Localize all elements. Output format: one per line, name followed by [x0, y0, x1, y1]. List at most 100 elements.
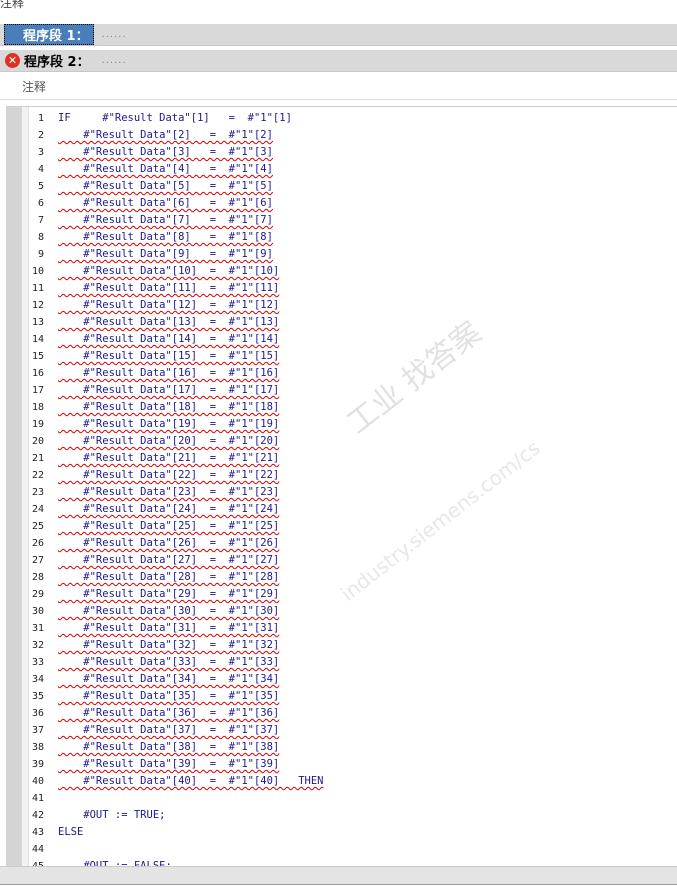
code-text[interactable]: #"Result Data"[8] = #"1"[8]: [58, 229, 273, 246]
code-text[interactable]: ELSE: [58, 824, 83, 841]
code-line[interactable]: 26 #"Result Data"[26] = #"1"[26]: [6, 535, 677, 552]
code-line[interactable]: 9 #"Result Data"[9] = #"1"[9]: [6, 246, 677, 263]
code-text[interactable]: #"Result Data"[14] = #"1"[14]: [58, 331, 279, 348]
code-line[interactable]: 18 #"Result Data"[18] = #"1"[18]: [6, 399, 677, 416]
code-text[interactable]: #"Result Data"[6] = #"1"[6]: [58, 195, 273, 212]
code-line[interactable]: 27 #"Result Data"[27] = #"1"[27]: [6, 552, 677, 569]
code-text[interactable]: #"Result Data"[22] = #"1"[22]: [58, 467, 279, 484]
code-text[interactable]: #"Result Data"[39] = #"1"[39]: [58, 756, 279, 773]
code-text[interactable]: #"Result Data"[16] = #"1"[16]: [58, 365, 279, 382]
code-text[interactable]: #"Result Data"[27] = #"1"[27]: [58, 552, 279, 569]
code-text[interactable]: #"Result Data"[17] = #"1"[17]: [58, 382, 279, 399]
code-text[interactable]: #"Result Data"[20] = #"1"[20]: [58, 433, 279, 450]
code-line[interactable]: 5 #"Result Data"[5] = #"1"[5]: [6, 178, 677, 195]
code-line[interactable]: 43 ELSE: [6, 824, 677, 841]
code-line[interactable]: 36 #"Result Data"[36] = #"1"[36]: [6, 705, 677, 722]
line-number: 12: [31, 300, 44, 311]
code-line[interactable]: 39 #"Result Data"[39] = #"1"[39]: [6, 756, 677, 773]
code-text[interactable]: #"Result Data"[7] = #"1"[7]: [58, 212, 273, 229]
code-line[interactable]: 42 #OUT := TRUE;: [6, 807, 677, 824]
network-2-header[interactable]: ✕ 程序段 2： ......: [0, 50, 677, 72]
code-line[interactable]: 31 #"Result Data"[31] = #"1"[31]: [6, 620, 677, 637]
code-line[interactable]: 29 #"Result Data"[29] = #"1"[29]: [6, 586, 677, 603]
code-line[interactable]: 44: [6, 841, 677, 858]
code-line[interactable]: 15 #"Result Data"[15] = #"1"[15]: [6, 348, 677, 365]
code-line[interactable]: 37 #"Result Data"[37] = #"1"[37]: [6, 722, 677, 739]
code-text[interactable]: #"Result Data"[31] = #"1"[31]: [58, 620, 279, 637]
horizontal-scrollbar[interactable]: [0, 866, 677, 885]
code-line[interactable]: 20 #"Result Data"[20] = #"1"[20]: [6, 433, 677, 450]
code-line[interactable]: 3 #"Result Data"[3] = #"1"[3]: [6, 144, 677, 161]
code-text[interactable]: #"Result Data"[23] = #"1"[23]: [58, 484, 279, 501]
code-line[interactable]: 12 #"Result Data"[12] = #"1"[12]: [6, 297, 677, 314]
line-number: 39: [31, 759, 44, 770]
code-line[interactable]: 21 #"Result Data"[21] = #"1"[21]: [6, 450, 677, 467]
code-text[interactable]: #"Result Data"[10] = #"1"[10]: [58, 263, 279, 280]
code-line[interactable]: 11 #"Result Data"[11] = #"1"[11]: [6, 280, 677, 297]
code-text[interactable]: #"Result Data"[9] = #"1"[9]: [58, 246, 273, 263]
code-text[interactable]: #"Result Data"[5] = #"1"[5]: [58, 178, 273, 195]
code-text[interactable]: #"Result Data"[26] = #"1"[26]: [58, 535, 279, 552]
code-text[interactable]: #"Result Data"[13] = #"1"[13]: [58, 314, 279, 331]
code-line[interactable]: 40 #"Result Data"[40] = #"1"[40] THEN: [6, 773, 677, 790]
code-text[interactable]: #"Result Data"[21] = #"1"[21]: [58, 450, 279, 467]
network-2-title[interactable]: 程序段 2：: [22, 51, 94, 70]
code-lines-container[interactable]: 1 IF #"Result Data"[1] = #"1"[1] 2 #"Resul…: [6, 110, 677, 867]
network-1-title-dots[interactable]: ......: [102, 29, 127, 40]
line-number: 13: [31, 317, 44, 328]
code-line[interactable]: 33 #"Result Data"[33] = #"1"[33]: [6, 654, 677, 671]
code-line[interactable]: 7 #"Result Data"[7] = #"1"[7]: [6, 212, 677, 229]
code-line[interactable]: 35 #"Result Data"[35] = #"1"[35]: [6, 688, 677, 705]
code-text[interactable]: #"Result Data"[18] = #"1"[18]: [58, 399, 279, 416]
code-text[interactable]: #"Result Data"[24] = #"1"[24]: [58, 501, 279, 518]
code-line[interactable]: 22 #"Result Data"[22] = #"1"[22]: [6, 467, 677, 484]
line-number: 3: [37, 147, 44, 158]
code-text[interactable]: #"Result Data"[11] = #"1"[11]: [58, 280, 279, 297]
code-line[interactable]: 41: [6, 790, 677, 807]
code-text[interactable]: #"Result Data"[38] = #"1"[38]: [58, 739, 279, 756]
code-text[interactable]: #"Result Data"[15] = #"1"[15]: [58, 348, 279, 365]
code-text[interactable]: #"Result Data"[3] = #"1"[3]: [58, 144, 273, 161]
network-2-comment-row[interactable]: 注释: [0, 73, 677, 100]
code-line[interactable]: 30 #"Result Data"[30] = #"1"[30]: [6, 603, 677, 620]
code-line[interactable]: 25 #"Result Data"[25] = #"1"[25]: [6, 518, 677, 535]
code-text[interactable]: #"Result Data"[32] = #"1"[32]: [58, 637, 279, 654]
code-text[interactable]: #"Result Data"[12] = #"1"[12]: [58, 297, 279, 314]
code-line[interactable]: 19 #"Result Data"[19] = #"1"[19]: [6, 416, 677, 433]
code-text[interactable]: #"Result Data"[29] = #"1"[29]: [58, 586, 279, 603]
code-line[interactable]: 16 #"Result Data"[16] = #"1"[16]: [6, 365, 677, 382]
code-line[interactable]: 17 #"Result Data"[17] = #"1"[17]: [6, 382, 677, 399]
code-line[interactable]: 13 #"Result Data"[13] = #"1"[13]: [6, 314, 677, 331]
code-text[interactable]: #"Result Data"[34] = #"1"[34]: [58, 671, 279, 688]
code-text[interactable]: #"Result Data"[37] = #"1"[37]: [58, 722, 279, 739]
network-1-header[interactable]: 程序段 1： ......: [0, 24, 677, 46]
code-line[interactable]: 24 #"Result Data"[24] = #"1"[24]: [6, 501, 677, 518]
code-text[interactable]: #"Result Data"[33] = #"1"[33]: [58, 654, 279, 671]
code-text[interactable]: #"Result Data"[2] = #"1"[2]: [58, 127, 273, 144]
code-line[interactable]: 14 #"Result Data"[14] = #"1"[14]: [6, 331, 677, 348]
code-line[interactable]: 6 #"Result Data"[6] = #"1"[6]: [6, 195, 677, 212]
code-text[interactable]: #"Result Data"[28] = #"1"[28]: [58, 569, 279, 586]
code-text[interactable]: #"Result Data"[19] = #"1"[19]: [58, 416, 279, 433]
code-line[interactable]: 23 #"Result Data"[23] = #"1"[23]: [6, 484, 677, 501]
code-line[interactable]: 1 IF #"Result Data"[1] = #"1"[1]: [6, 110, 677, 127]
code-line[interactable]: 8 #"Result Data"[8] = #"1"[8]: [6, 229, 677, 246]
code-text[interactable]: #"Result Data"[25] = #"1"[25]: [58, 518, 279, 535]
code-line[interactable]: 10 #"Result Data"[10] = #"1"[10]: [6, 263, 677, 280]
code-text[interactable]: #"Result Data"[4] = #"1"[4]: [58, 161, 273, 178]
code-text[interactable]: #"Result Data"[35] = #"1"[35]: [58, 688, 279, 705]
code-line[interactable]: 34 #"Result Data"[34] = #"1"[34]: [6, 671, 677, 688]
code-line[interactable]: 2 #"Result Data"[2] = #"1"[2]: [6, 127, 677, 144]
code-text[interactable]: #"Result Data"[30] = #"1"[30]: [58, 603, 279, 620]
code-line[interactable]: 38 #"Result Data"[38] = #"1"[38]: [6, 739, 677, 756]
network-1-title[interactable]: 程序段 1：: [4, 24, 94, 45]
code-line[interactable]: 28 #"Result Data"[28] = #"1"[28]: [6, 569, 677, 586]
code-text[interactable]: #"Result Data"[36] = #"1"[36]: [58, 705, 279, 722]
code-line[interactable]: 32 #"Result Data"[32] = #"1"[32]: [6, 637, 677, 654]
code-text[interactable]: #OUT := TRUE;: [58, 807, 165, 824]
code-line[interactable]: 4 #"Result Data"[4] = #"1"[4]: [6, 161, 677, 178]
code-text[interactable]: #"Result Data"[40] = #"1"[40] THEN: [58, 773, 323, 790]
network-2-title-dots[interactable]: ......: [102, 55, 127, 66]
code-text[interactable]: IF #"Result Data"[1] = #"1"[1]: [58, 110, 292, 127]
scl-code-editor[interactable]: 1 IF #"Result Data"[1] = #"1"[1] 2 #"Resul…: [6, 106, 677, 867]
